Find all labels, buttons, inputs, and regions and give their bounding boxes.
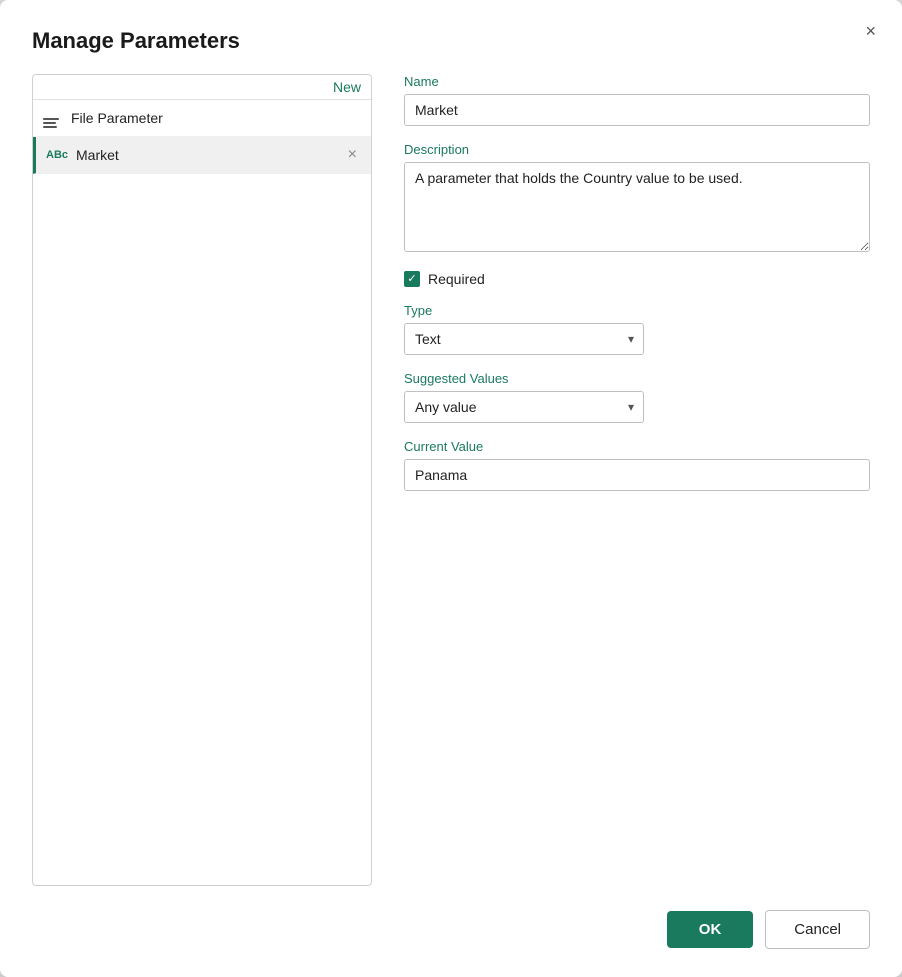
- required-checkbox[interactable]: ✓: [404, 271, 420, 287]
- close-button[interactable]: ×: [861, 18, 880, 44]
- suggested-values-field-group: Suggested Values Any value List of value…: [404, 371, 870, 423]
- required-label: Required: [428, 271, 485, 287]
- name-field-group: Name: [404, 74, 870, 126]
- name-label: Name: [404, 74, 870, 89]
- description-field-group: Description A parameter that holds the C…: [404, 142, 870, 255]
- delete-market-button[interactable]: ×: [344, 145, 361, 165]
- dialog-title: Manage Parameters: [32, 28, 870, 54]
- type-select-wrapper: Text Number Date True/False Duration Bin…: [404, 323, 644, 355]
- param-label-market: Market: [76, 147, 336, 163]
- left-panel: New File Parameter ABc Market ×: [32, 74, 372, 886]
- dialog-footer: OK Cancel: [32, 886, 870, 949]
- manage-parameters-dialog: Manage Parameters × New File Parameter: [0, 0, 902, 977]
- current-value-input[interactable]: [404, 459, 870, 491]
- new-link[interactable]: New: [33, 75, 371, 100]
- description-input[interactable]: A parameter that holds the Country value…: [404, 162, 870, 252]
- list-icon: [43, 108, 63, 128]
- dialog-body: New File Parameter ABc Market ×: [32, 74, 870, 886]
- type-field-group: Type Text Number Date True/False Duratio…: [404, 303, 870, 355]
- suggested-values-label: Suggested Values: [404, 371, 870, 386]
- type-select[interactable]: Text Number Date True/False Duration Bin…: [404, 323, 644, 355]
- required-row: ✓ Required: [404, 271, 870, 287]
- current-value-field-group: Current Value: [404, 439, 870, 491]
- current-value-label: Current Value: [404, 439, 870, 454]
- suggested-select-wrapper: Any value List of values Query ▾: [404, 391, 644, 423]
- param-label-file-parameter: File Parameter: [71, 110, 361, 126]
- type-label: Type: [404, 303, 870, 318]
- param-list: File Parameter ABc Market ×: [33, 100, 371, 885]
- suggested-values-select[interactable]: Any value List of values Query: [404, 391, 644, 423]
- name-input[interactable]: [404, 94, 870, 126]
- cancel-button[interactable]: Cancel: [765, 910, 870, 949]
- check-mark-icon: ✓: [407, 274, 416, 285]
- abc-icon: ABc: [46, 149, 68, 161]
- param-item-file-parameter[interactable]: File Parameter: [33, 100, 371, 137]
- description-label: Description: [404, 142, 870, 157]
- ok-button[interactable]: OK: [667, 911, 754, 948]
- right-panel: Name Description A parameter that holds …: [404, 74, 870, 886]
- param-item-market[interactable]: ABc Market ×: [33, 137, 371, 174]
